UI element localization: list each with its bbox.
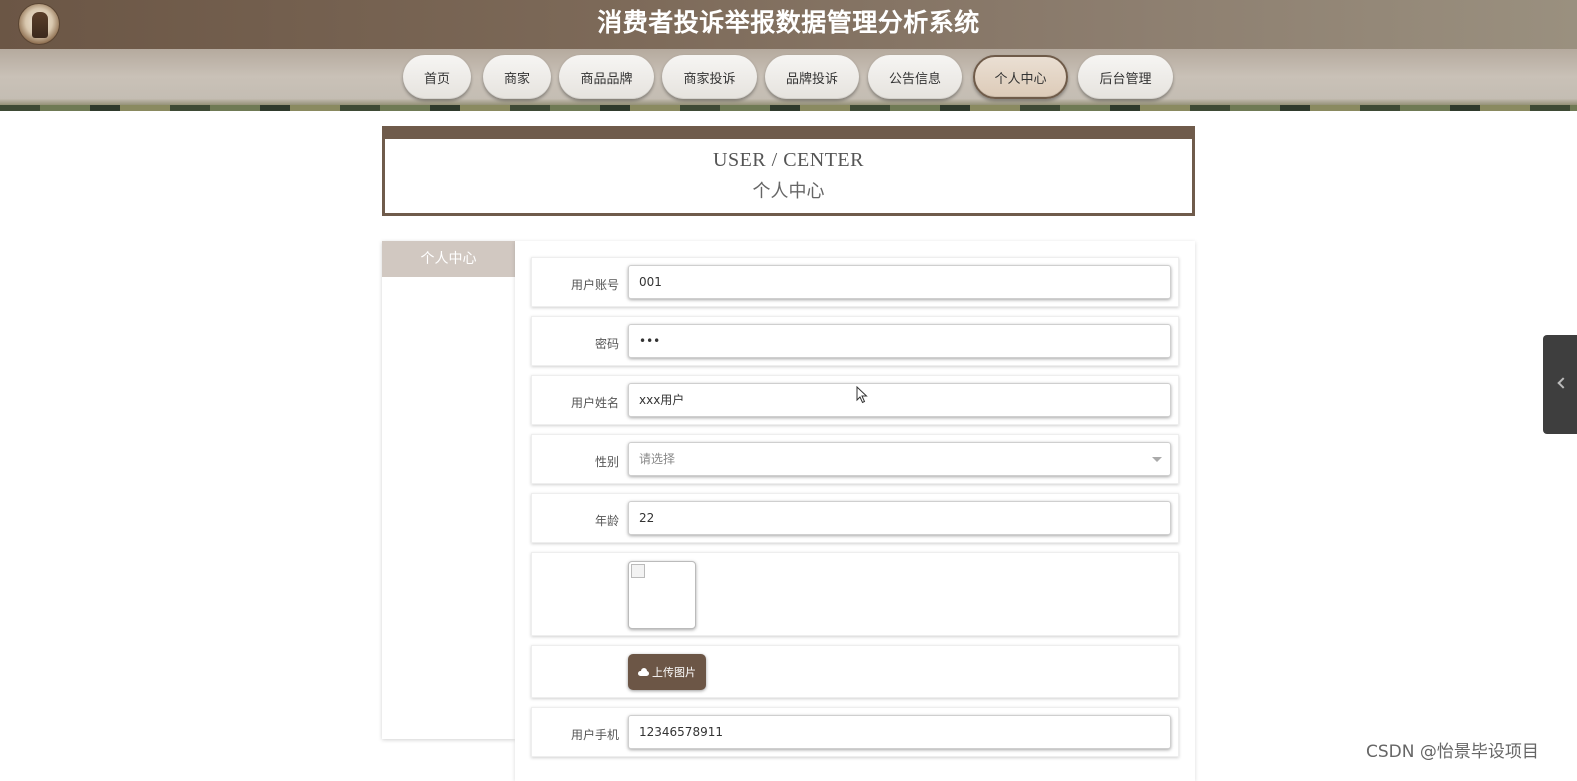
nav-item-user-center[interactable]: 个人中心 [973, 55, 1068, 99]
mouse-cursor-icon [856, 386, 868, 404]
age-label: 年龄 [594, 514, 619, 528]
sidebar-item-user-center[interactable]: 个人中心 [382, 241, 515, 277]
upload-image-button[interactable]: 上传图片 [628, 654, 706, 690]
form-row-phone: 用户手机 12346578911 [531, 707, 1179, 757]
form-row-name: 用户姓名 xxx用户 [531, 375, 1179, 425]
nav-item-admin[interactable]: 后台管理 [1078, 55, 1173, 99]
chevron-down-icon [1152, 457, 1162, 462]
form-row-upload: 上传图片 [531, 645, 1179, 698]
form-row-password: 密码 ••• [531, 316, 1179, 366]
nav-item-announcement[interactable]: 公告信息 [868, 55, 962, 99]
nav-item-merchant[interactable]: 商家 [483, 55, 551, 99]
gender-select[interactable]: 请选择 [628, 442, 1171, 476]
site-title: 消费者投诉举报数据管理分析系统 [597, 8, 980, 37]
chevron-left-icon [1557, 377, 1569, 389]
watermark-text: CSDN @怡景毕设项目 [1366, 742, 1539, 762]
top-header: 消费者投诉举报数据管理分析系统 [0, 0, 1577, 49]
nav-item-merchant-complaint[interactable]: 商家投诉 [662, 55, 757, 99]
banner-title-cn: 个人中心 [752, 181, 825, 202]
phone-input[interactable]: 12346578911 [628, 715, 1171, 749]
phone-label: 用户手机 [570, 728, 619, 742]
password-label: 密码 [594, 337, 619, 351]
upload-button-label: 上传图片 [652, 666, 696, 679]
age-input[interactable]: 22 [628, 501, 1171, 535]
avatar-image[interactable] [628, 561, 696, 629]
form-row-avatar [531, 552, 1179, 636]
gender-label: 性别 [594, 455, 619, 469]
password-input[interactable]: ••• [628, 324, 1171, 358]
section-banner: USER / CENTER 个人中心 [382, 126, 1195, 216]
form-row-gender: 性别 请选择 [531, 434, 1179, 484]
nav-item-home[interactable]: 首页 [403, 55, 471, 99]
name-label: 用户姓名 [570, 396, 619, 410]
nav-decor-strip [0, 105, 1577, 111]
nav-item-brand[interactable]: 商品品牌 [559, 55, 654, 99]
cloud-upload-icon [638, 668, 649, 676]
nav-item-brand-complaint[interactable]: 品牌投诉 [765, 55, 859, 99]
name-input[interactable]: xxx用户 [628, 383, 1171, 417]
broken-image-icon [631, 564, 645, 578]
form-row-account: 用户账号 001 [531, 257, 1179, 307]
banner-title-en: USER / CENTER [713, 149, 864, 171]
sidebar: 个人中心 [382, 241, 515, 739]
gender-select-placeholder: 请选择 [639, 452, 676, 466]
account-input[interactable]: 001 [628, 265, 1171, 299]
side-drawer-toggle[interactable] [1543, 335, 1577, 434]
account-label: 用户账号 [570, 278, 619, 292]
form-row-age: 年龄 22 [531, 493, 1179, 543]
main-nav: 首页 商家 商品品牌 商家投诉 品牌投诉 公告信息 个人中心 后台管理 [0, 49, 1577, 111]
